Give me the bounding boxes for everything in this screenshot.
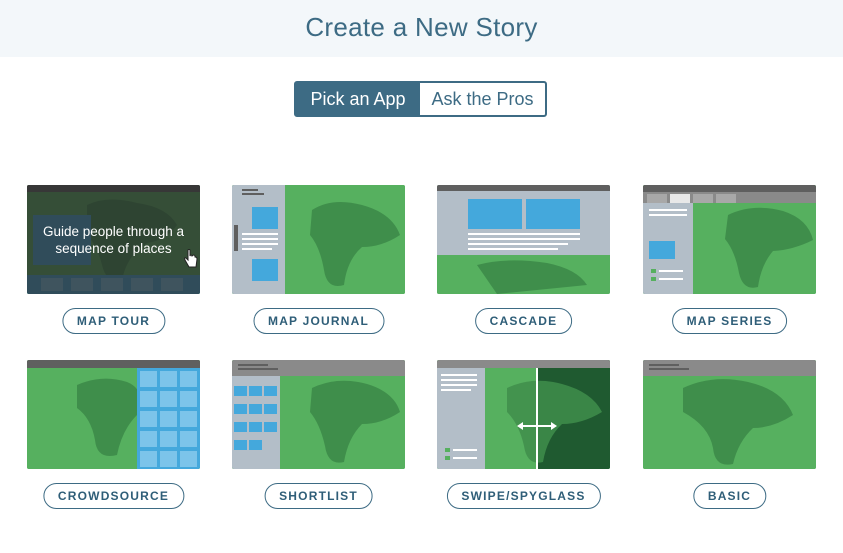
- ask-the-pros-tab[interactable]: Ask the Pros: [420, 83, 545, 115]
- map-tour-thumbnail[interactable]: Guide people through a sequence of place…: [27, 185, 200, 294]
- shortlist-button[interactable]: SHORTLIST: [264, 483, 373, 509]
- card-shortlist[interactable]: SHORTLIST: [232, 360, 405, 509]
- card-map-tour[interactable]: Guide people through a sequence of place…: [27, 185, 200, 334]
- hand-cursor-icon: [184, 249, 198, 268]
- page-title: Create a New Story: [305, 12, 538, 42]
- map-series-thumbnail[interactable]: [643, 185, 816, 294]
- card-crowdsource[interactable]: CROWDSOURCE: [27, 360, 200, 509]
- map-tour-button[interactable]: MAP TOUR: [61, 308, 166, 334]
- map-series-button[interactable]: MAP SERIES: [671, 308, 788, 334]
- pick-an-app-tab[interactable]: Pick an App: [296, 83, 420, 115]
- map-journal-button[interactable]: MAP JOURNAL: [253, 308, 384, 334]
- crowdsource-thumbnail[interactable]: [27, 360, 200, 469]
- card-map-series[interactable]: MAP SERIES: [643, 185, 816, 334]
- map-tour-hover-description: Guide people through a sequence of place…: [27, 185, 200, 294]
- cascade-thumbnail[interactable]: [437, 185, 610, 294]
- cascade-button[interactable]: CASCADE: [474, 308, 573, 334]
- basic-thumbnail[interactable]: [643, 360, 816, 469]
- card-map-journal[interactable]: MAP JOURNAL: [232, 185, 405, 334]
- card-basic[interactable]: BASIC: [643, 360, 816, 509]
- mode-toggle: Pick an App Ask the Pros: [294, 81, 547, 117]
- page-header: Create a New Story: [0, 0, 843, 57]
- card-cascade[interactable]: CASCADE: [437, 185, 610, 334]
- basic-button[interactable]: BASIC: [692, 483, 767, 509]
- crowdsource-button[interactable]: CROWDSOURCE: [42, 483, 185, 509]
- shortlist-thumbnail[interactable]: [232, 360, 405, 469]
- map-journal-thumbnail[interactable]: [232, 185, 405, 294]
- swipe-spyglass-thumbnail[interactable]: [437, 360, 610, 469]
- card-swipe-spyglass[interactable]: SWIPE/SPYGLASS: [437, 360, 610, 509]
- swipe-spyglass-button[interactable]: SWIPE/SPYGLASS: [446, 483, 601, 509]
